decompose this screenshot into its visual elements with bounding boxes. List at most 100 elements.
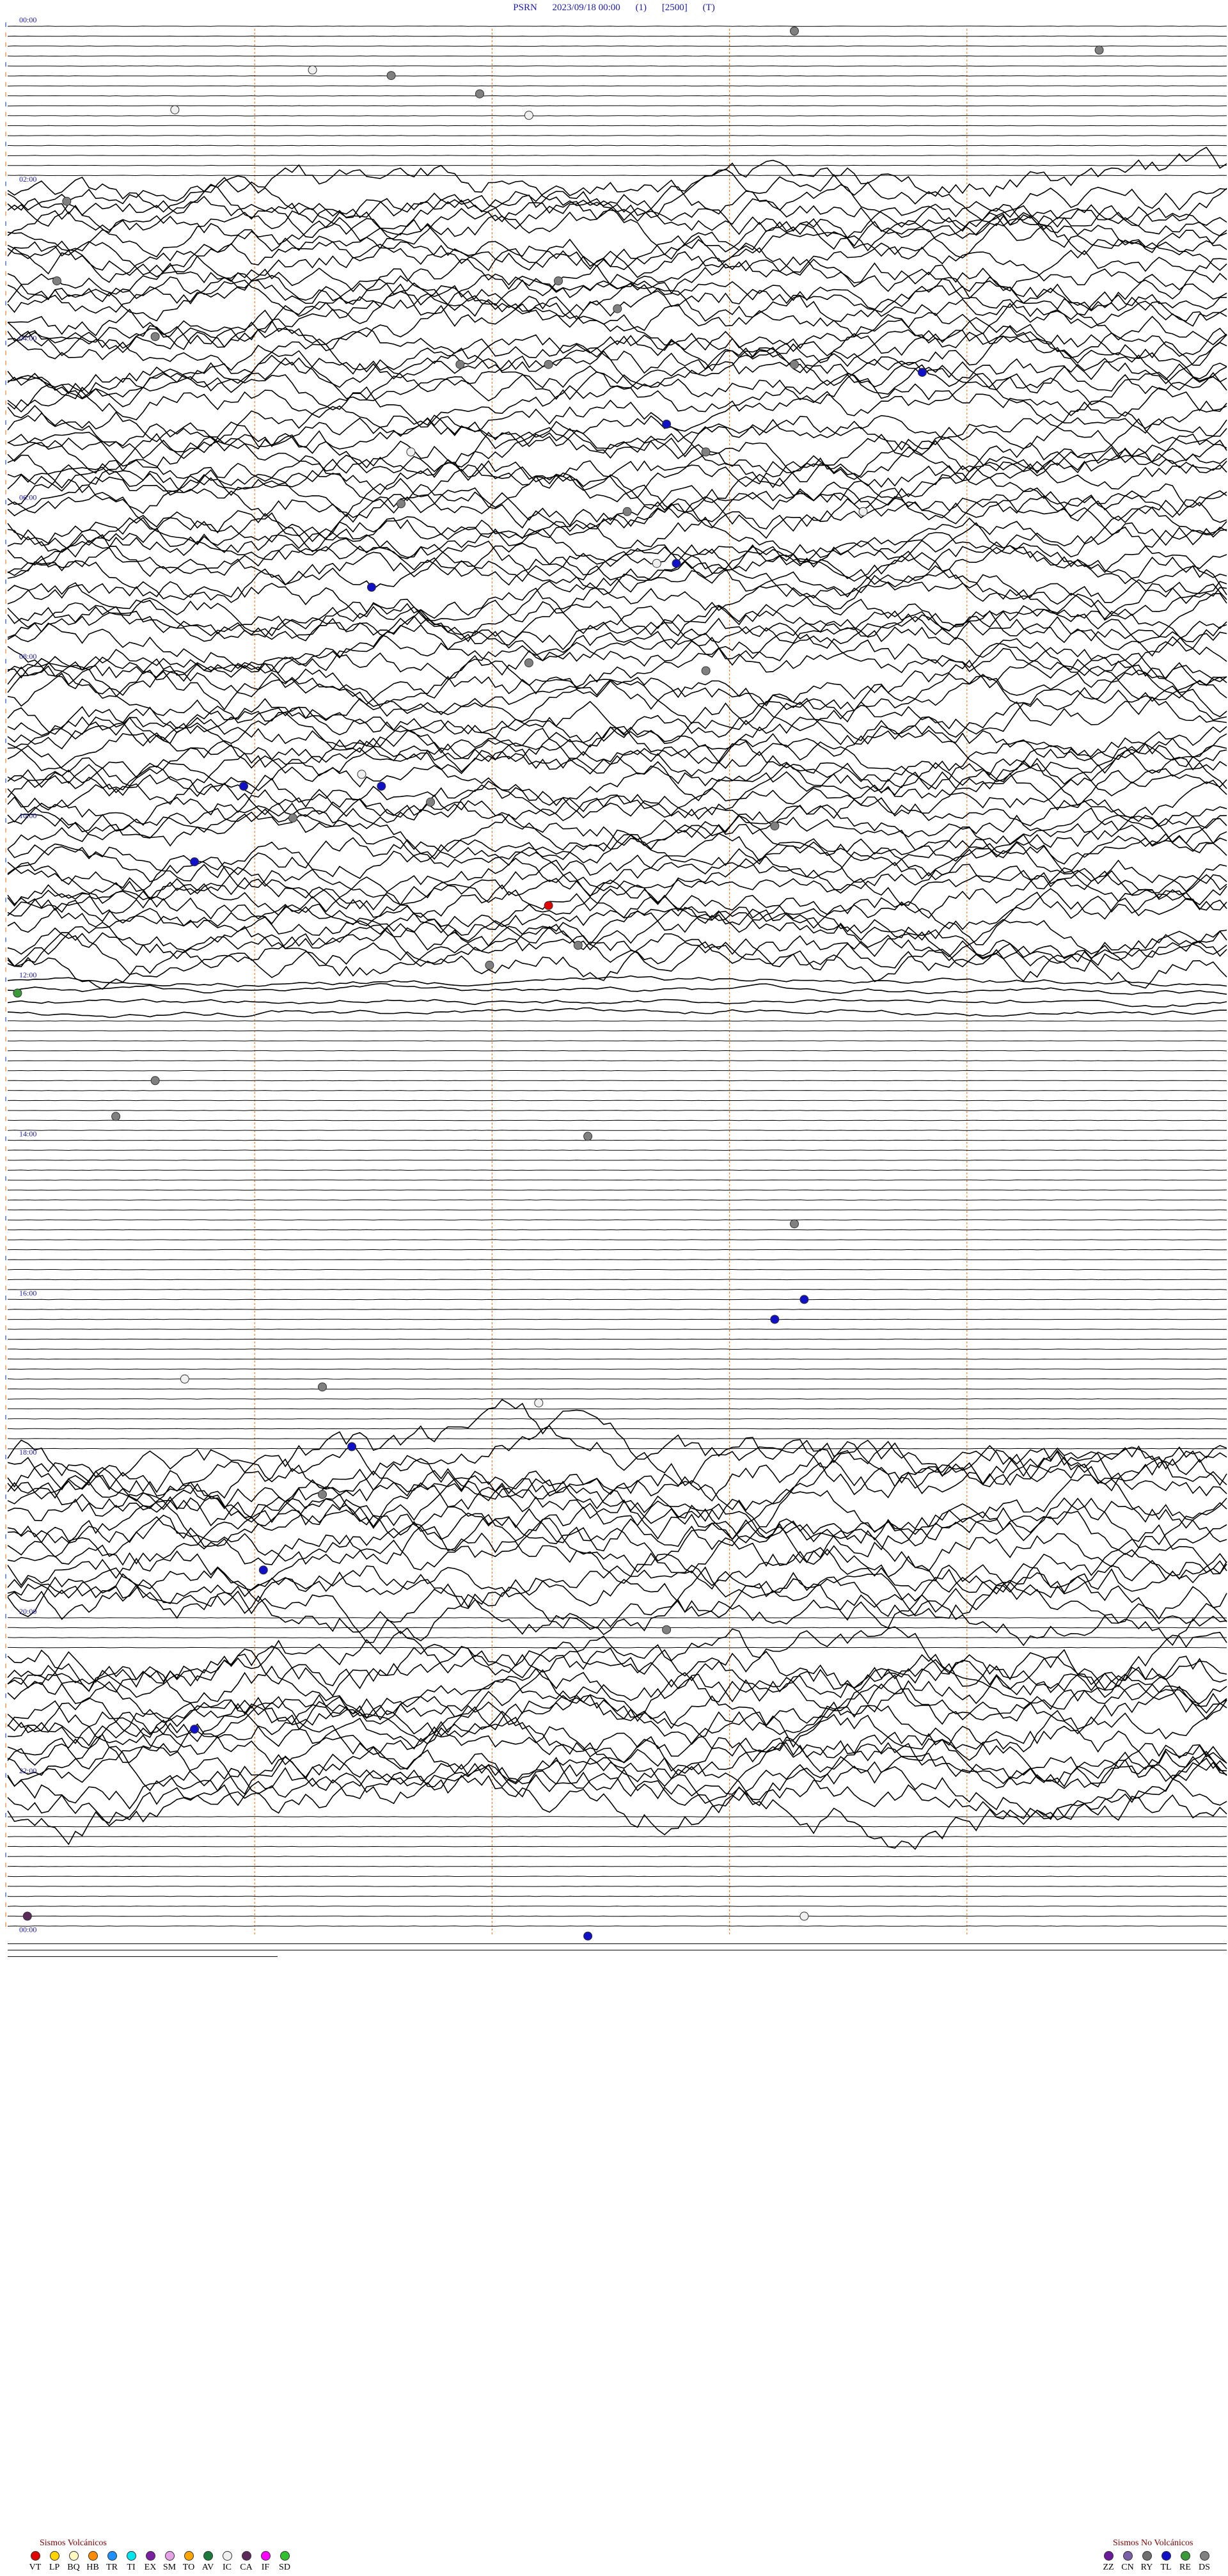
event-marker-re — [13, 988, 22, 998]
trace-line — [7, 1521, 1227, 1593]
trace-line — [7, 807, 1227, 867]
event-marker-ds — [455, 360, 465, 369]
trace-line — [7, 533, 1227, 598]
event-marker-tl — [347, 1442, 357, 1451]
hour-label: 08:00 — [19, 652, 36, 661]
legend-item-ti: TI — [122, 2551, 141, 2573]
event-marker-ds — [770, 821, 780, 831]
legend-item-to: TO — [179, 2551, 198, 2573]
trace-line — [7, 1080, 1227, 1082]
legend-label: RY — [1140, 2563, 1153, 2572]
trace-line — [7, 906, 1227, 972]
trace-line — [7, 1886, 1227, 1887]
hour-label: 00:00 — [19, 1925, 36, 1934]
trace-line — [7, 1876, 1227, 1877]
legend-dot-icon — [107, 2551, 117, 2561]
legend-dot-icon — [126, 2551, 136, 2561]
trace-line — [7, 1100, 1227, 1102]
trace-line — [7, 1378, 1227, 1380]
legend-item-sd: SD — [275, 2551, 294, 2573]
event-marker-tl — [799, 1295, 809, 1304]
trace-line — [7, 1368, 1227, 1370]
legend-label: CN — [1121, 2563, 1134, 2572]
event-marker-ds — [583, 1132, 593, 1141]
event-marker-ds — [790, 26, 799, 36]
trace-line — [7, 1711, 1227, 1789]
trace-line — [7, 1329, 1227, 1330]
event-marker-ds — [524, 658, 533, 668]
legend-volcanic-title: Sismos Volcánicos — [40, 2538, 107, 2548]
legend-label: TI — [127, 2563, 136, 2572]
event-marker-tl — [917, 368, 927, 377]
legend-dot-icon — [1199, 2551, 1209, 2561]
legend-label: TL — [1160, 2563, 1172, 2572]
legend-item-vt: VT — [26, 2551, 45, 2573]
event-marker-ds — [485, 960, 494, 970]
trace-line — [7, 727, 1227, 795]
legend-label: SD — [279, 2563, 290, 2572]
trace-line — [7, 999, 1227, 1007]
trace-line — [7, 45, 1227, 47]
trace-line — [7, 201, 1227, 252]
legend-label: ZZ — [1103, 2563, 1114, 2572]
trace-line — [8, 164, 1227, 166]
trace-line — [7, 906, 1227, 968]
trace-line — [7, 145, 1227, 146]
event-marker-ic — [652, 558, 661, 568]
trace-line — [7, 412, 1227, 452]
trace-line — [7, 1493, 1227, 1572]
trace-line — [8, 1627, 1227, 1629]
legend-label: CA — [240, 2563, 253, 2572]
hour-label: 00:00 — [19, 15, 36, 24]
trace-line — [7, 1925, 1227, 1927]
event-marker-ds — [573, 940, 583, 950]
legend-item-tr: TR — [102, 2551, 122, 2573]
trace-line — [7, 647, 1227, 715]
trace-line — [7, 213, 1227, 278]
legend-label: BQ — [67, 2563, 80, 2572]
event-marker-tl — [239, 782, 248, 791]
trace-line — [7, 65, 1227, 67]
event-marker-ic — [308, 65, 317, 75]
trace-line — [7, 512, 1227, 584]
trace-line — [7, 1229, 1227, 1231]
trace-line — [7, 1279, 1227, 1281]
legend-label: HB — [86, 2563, 99, 2572]
trace-line — [7, 1318, 1227, 1320]
event-marker-ca — [22, 1911, 32, 1921]
event-marker-ds — [318, 1382, 327, 1392]
event-marker-ds — [288, 813, 297, 823]
legend-item-lp: LP — [45, 2551, 64, 2573]
legend-volcanic-items: VT LP BQ HB TR TI EX SM TO AV IC CA IF SD — [26, 2551, 294, 2573]
legend-dot-icon — [260, 2551, 271, 2561]
legend-label: DS — [1199, 2563, 1210, 2572]
trace-line — [7, 1007, 1227, 1018]
trace-line — [7, 1309, 1227, 1310]
hour-label: 18:00 — [19, 1448, 36, 1457]
legend-nonvolcanic-items: ZZ CN RY TL RE DS — [1099, 2551, 1214, 2573]
trace-line — [7, 1856, 1227, 1858]
event-marker-ic — [799, 1911, 809, 1921]
trace-line — [7, 686, 1227, 745]
trace-line — [7, 342, 1227, 404]
legend-nonvolcanic: Sismos No Volcánicos ZZ CN RY TL RE DS — [1099, 2538, 1214, 2573]
legend-item-ic: IC — [217, 2551, 237, 2573]
legend-item-bq: BQ — [64, 2551, 83, 2573]
event-marker-ds — [62, 196, 72, 206]
event-marker-ds — [111, 1112, 121, 1121]
legend-item-ry: RY — [1137, 2551, 1156, 2573]
trace-line — [8, 1020, 1227, 1022]
hour-label: 10:00 — [19, 811, 36, 820]
hour-label: 20:00 — [19, 1607, 36, 1616]
event-marker-ds — [150, 1076, 160, 1086]
legend-item-av: AV — [198, 2551, 217, 2573]
trace-line — [7, 1130, 1227, 1131]
trace-line — [7, 416, 1227, 485]
hour-label: 14:00 — [19, 1130, 36, 1139]
event-marker-ds — [662, 1625, 672, 1634]
event-marker-ic — [357, 770, 366, 779]
trace-line — [7, 685, 1227, 750]
trace-line — [7, 358, 1227, 421]
trace-line — [7, 1299, 1227, 1300]
legend-dot-icon — [49, 2551, 59, 2561]
